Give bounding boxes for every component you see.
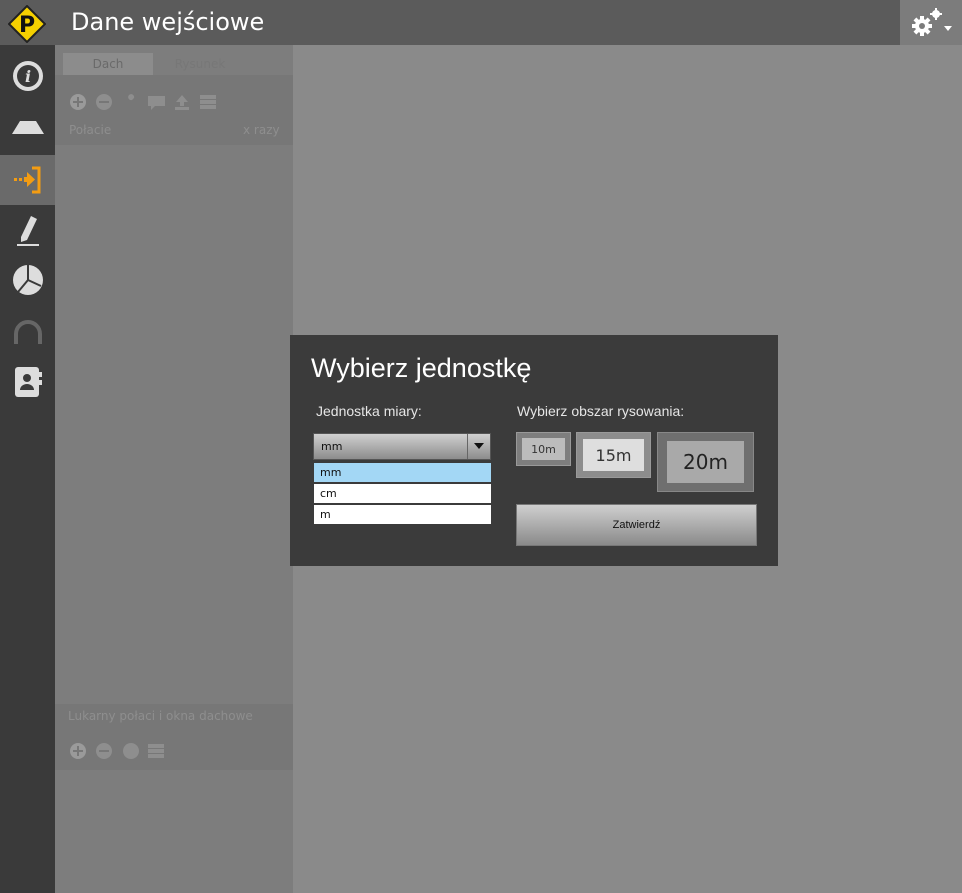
comment-icon[interactable] (121, 742, 139, 760)
dialog-title: Wybierz jednostkę (311, 353, 532, 383)
nav-results[interactable] (0, 255, 55, 305)
unit-option-m[interactable]: m (313, 504, 492, 525)
comment-icon[interactable] (147, 93, 165, 111)
logo-letter: P (19, 13, 35, 38)
unit-select-value: mm (321, 440, 343, 453)
top-bar: P Dane wejściowe (0, 0, 962, 45)
enter-icon (13, 166, 40, 194)
remove-icon[interactable] (95, 742, 113, 760)
gear-icon (912, 8, 952, 36)
nav-drawing[interactable] (0, 205, 55, 255)
wrench-icon[interactable] (121, 93, 139, 111)
info-icon: i (12, 61, 43, 91)
dormers-section-title: Lukarny połaci i okna dachowe (68, 709, 253, 723)
chevron-down-icon[interactable] (467, 434, 490, 459)
unit-options-list: mm cm m (313, 462, 492, 525)
area-10m-button[interactable]: 10m (516, 432, 571, 466)
add-icon[interactable] (69, 93, 87, 111)
list-icon[interactable] (147, 742, 165, 760)
confirm-button[interactable]: Zatwierdź (516, 504, 757, 546)
nav-support[interactable] (0, 307, 55, 357)
column-header-roof-slopes: Połacie (69, 123, 112, 137)
nav-contacts[interactable] (0, 357, 55, 407)
left-navigation: i (0, 45, 63, 893)
nav-input-data[interactable] (0, 155, 63, 205)
nav-roof[interactable] (0, 103, 55, 153)
pencil-icon (16, 216, 39, 246)
column-header-times: x razy (243, 123, 280, 137)
unit-select[interactable]: mm (313, 433, 491, 460)
roof-icon (11, 121, 44, 134)
roof-panel: Dach Rysunek Połacie x razy Lukarny poła… (55, 45, 293, 893)
tab-drawing[interactable]: Rysunek (155, 53, 245, 75)
pie-chart-icon (12, 265, 43, 295)
page-title: Dane wejściowe (71, 8, 265, 36)
unit-label: Jednostka miary: (316, 403, 422, 419)
area-20m-label: 20m (667, 441, 744, 483)
unit-dialog: Wybierz jednostkę Jednostka miary: Wybie… (290, 335, 778, 566)
tab-roof[interactable]: Dach (63, 53, 153, 75)
app-logo: P (7, 4, 47, 44)
unit-option-mm[interactable]: mm (313, 462, 492, 483)
area-10m-label: 10m (522, 438, 565, 460)
area-20m-button[interactable]: 20m (657, 432, 754, 492)
area-15m-button[interactable]: 15m (576, 432, 651, 478)
svg-text:i: i (24, 67, 30, 86)
unit-option-cm[interactable]: cm (313, 483, 492, 504)
upload-icon[interactable] (173, 93, 191, 111)
list-icon[interactable] (199, 93, 217, 111)
remove-icon[interactable] (95, 93, 113, 111)
area-label: Wybierz obszar rysowania: (517, 403, 685, 419)
nav-info[interactable]: i (0, 51, 55, 101)
contact-book-icon (14, 367, 42, 397)
headphones-icon (13, 320, 42, 344)
settings-button[interactable] (900, 0, 962, 45)
add-icon[interactable] (69, 742, 87, 760)
area-15m-label: 15m (583, 439, 644, 471)
